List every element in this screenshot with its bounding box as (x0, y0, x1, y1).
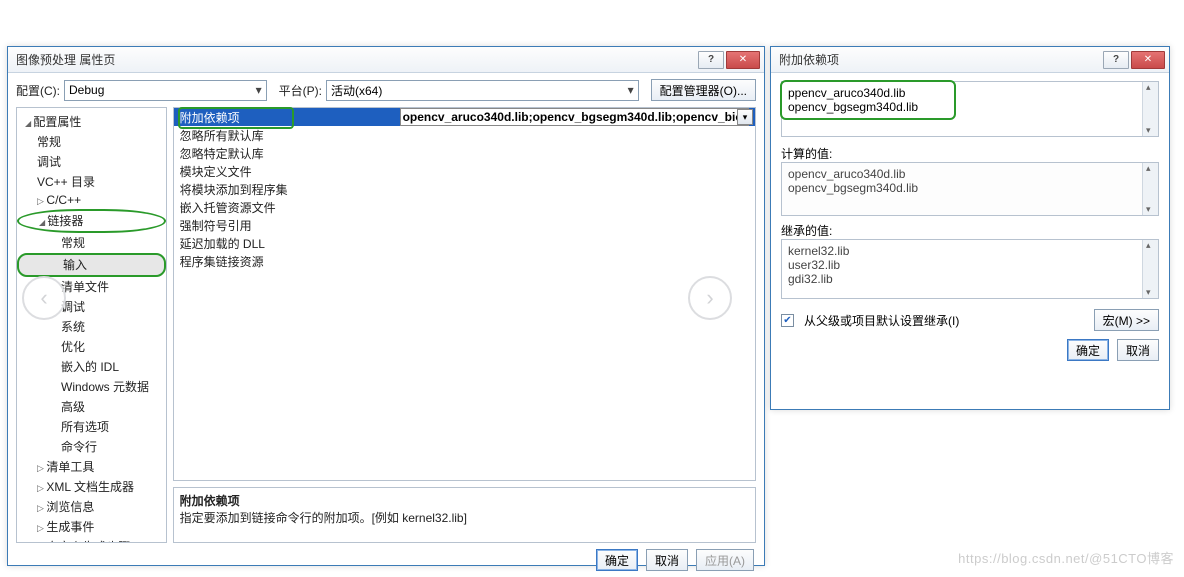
green-highlight-icon (178, 107, 294, 129)
scrollbar[interactable] (1142, 82, 1158, 136)
deps-edit-box[interactable]: ppencv_aruco340d.lib opencv_bgsegm340d.l… (781, 81, 1159, 137)
tree-node[interactable]: 输入 (17, 253, 166, 277)
tree-node[interactable]: 浏览信息 (17, 497, 166, 517)
deps-line: ppencv_aruco340d.lib (788, 86, 1138, 100)
cancel-button[interactable]: 取消 (646, 549, 688, 571)
tree-node[interactable]: 清单工具 (17, 457, 166, 477)
tree-node[interactable]: 所有选项 (17, 417, 166, 437)
property-key: 将模块添加到程序集 (180, 181, 400, 198)
tree-node[interactable]: 常规 (17, 132, 166, 152)
tree-node[interactable]: 高级 (17, 397, 166, 417)
property-row[interactable]: 忽略所有默认库 (174, 126, 755, 144)
close-button[interactable]: ✕ (726, 51, 760, 69)
inherited-box: kernel32.lib user32.lib gdi32.lib (781, 239, 1159, 299)
description-title: 附加依赖项 (180, 492, 749, 509)
tree-node[interactable]: 配置属性 (17, 112, 166, 132)
config-label: 配置(C): (16, 82, 60, 99)
tree-node[interactable]: C/C++ (17, 192, 166, 209)
property-key: 强制符号引用 (180, 217, 400, 234)
calc-line: opencv_bgsegm340d.lib (788, 181, 1138, 195)
sub-help-button[interactable]: ? (1103, 51, 1129, 69)
tree-node[interactable]: 优化 (17, 337, 166, 357)
additional-deps-dialog: 附加依赖项 ? ✕ ppencv_aruco340d.lib opencv_bg… (770, 46, 1170, 410)
property-key: 模块定义文件 (180, 163, 400, 180)
property-tree[interactable]: 配置属性常规调试VC++ 目录C/C++链接器常规输入清单文件调试系统优化嵌入的… (16, 107, 167, 543)
tree-node[interactable]: 链接器 (17, 209, 166, 233)
tree-node[interactable]: 系统 (17, 317, 166, 337)
calc-line: opencv_aruco340d.lib (788, 167, 1138, 181)
tree-node[interactable]: 调试 (17, 152, 166, 172)
macro-button[interactable]: 宏(M) >> (1094, 309, 1159, 331)
property-key: 嵌入托管资源文件 (180, 199, 400, 216)
tree-node[interactable]: Windows 元数据 (17, 377, 166, 397)
property-row[interactable]: 忽略特定默认库 (174, 144, 755, 162)
property-row[interactable]: 模块定义文件 (174, 162, 755, 180)
property-key: 程序集链接资源 (180, 253, 400, 270)
prev-image-arrow[interactable]: ‹ (22, 276, 66, 320)
property-key: 延迟加载的 DLL (180, 235, 400, 252)
next-image-arrow[interactable]: › (688, 276, 732, 320)
scrollbar[interactable] (1142, 163, 1158, 215)
inh-line: user32.lib (788, 258, 1138, 272)
property-row[interactable]: 强制符号引用 (174, 216, 755, 234)
property-row[interactable]: 将模块添加到程序集 (174, 180, 755, 198)
chevron-right-icon: › (706, 285, 713, 311)
tree-node[interactable]: VC++ 目录 (17, 172, 166, 192)
titlebar-sub: 附加依赖项 ? ✕ (771, 47, 1169, 73)
tree-node[interactable]: 嵌入的 IDL (17, 357, 166, 377)
ok-button[interactable]: 确定 (596, 549, 638, 571)
titlebar-main: 图像预处理 属性页 ? ✕ (8, 47, 764, 73)
config-manager-button[interactable]: 配置管理器(O)... (651, 79, 756, 101)
sub-ok-button[interactable]: 确定 (1067, 339, 1109, 361)
property-list[interactable]: 附加依赖项opencv_aruco340d.lib;opencv_bgsegm3… (173, 107, 756, 481)
config-combo[interactable]: Debug (64, 80, 267, 101)
inh-line: gdi32.lib (788, 272, 1138, 286)
property-key: 附加依赖项 (180, 109, 400, 126)
watermark: https://blog.csdn.net/@51CTO博客 (958, 548, 1174, 567)
property-row[interactable]: 嵌入托管资源文件 (174, 198, 755, 216)
titlebar-title: 图像预处理 属性页 (16, 51, 696, 68)
description-body: 指定要添加到链接命令行的附加项。[例如 kernel32.lib] (180, 509, 749, 526)
sub-cancel-button[interactable]: 取消 (1117, 339, 1159, 361)
description-box: 附加依赖项 指定要添加到链接命令行的附加项。[例如 kernel32.lib] (173, 487, 756, 543)
inherit-checkbox[interactable]: ✔ (781, 314, 794, 327)
property-row[interactable]: 附加依赖项opencv_aruco340d.lib;opencv_bgsegm3… (174, 108, 755, 126)
tree-node[interactable]: 自定义生成步骤 (17, 537, 166, 543)
tree-node[interactable]: 命令行 (17, 437, 166, 457)
property-value[interactable]: opencv_aruco340d.lib;opencv_bgsegm340d.l… (400, 108, 749, 126)
calculated-box: opencv_aruco340d.lib opencv_bgsegm340d.l… (781, 162, 1159, 216)
tree-node[interactable]: XML 文档生成器 (17, 477, 166, 497)
sub-close-button[interactable]: ✕ (1131, 51, 1165, 69)
platform-label: 平台(P): (279, 82, 322, 99)
tree-node[interactable]: 常规 (17, 233, 166, 253)
platform-combo[interactable]: 活动(x64) (326, 80, 639, 101)
property-row[interactable]: 程序集链接资源 (174, 252, 755, 270)
inh-line: kernel32.lib (788, 244, 1138, 258)
calculated-label: 计算的值: (781, 145, 1159, 162)
dropdown-icon[interactable]: ▾ (737, 109, 753, 125)
property-pages-dialog: 图像预处理 属性页 ? ✕ 配置(C): Debug 平台(P): 活动(x64… (7, 46, 765, 566)
config-row: 配置(C): Debug 平台(P): 活动(x64) 配置管理器(O)... (8, 73, 764, 107)
inherited-label: 继承的值: (781, 222, 1159, 239)
inherit-checkbox-label: 从父级或项目默认设置继承(I) (804, 312, 1088, 329)
tree-node[interactable]: 生成事件 (17, 517, 166, 537)
chevron-left-icon: ‹ (40, 285, 47, 311)
property-row[interactable]: 延迟加载的 DLL (174, 234, 755, 252)
property-key: 忽略所有默认库 (180, 127, 400, 144)
scrollbar[interactable] (1142, 240, 1158, 298)
apply-button[interactable]: 应用(A) (696, 549, 754, 571)
sub-title: 附加依赖项 (779, 51, 1101, 68)
property-key: 忽略特定默认库 (180, 145, 400, 162)
help-button[interactable]: ? (698, 51, 724, 69)
deps-line: opencv_bgsegm340d.lib (788, 100, 1138, 114)
